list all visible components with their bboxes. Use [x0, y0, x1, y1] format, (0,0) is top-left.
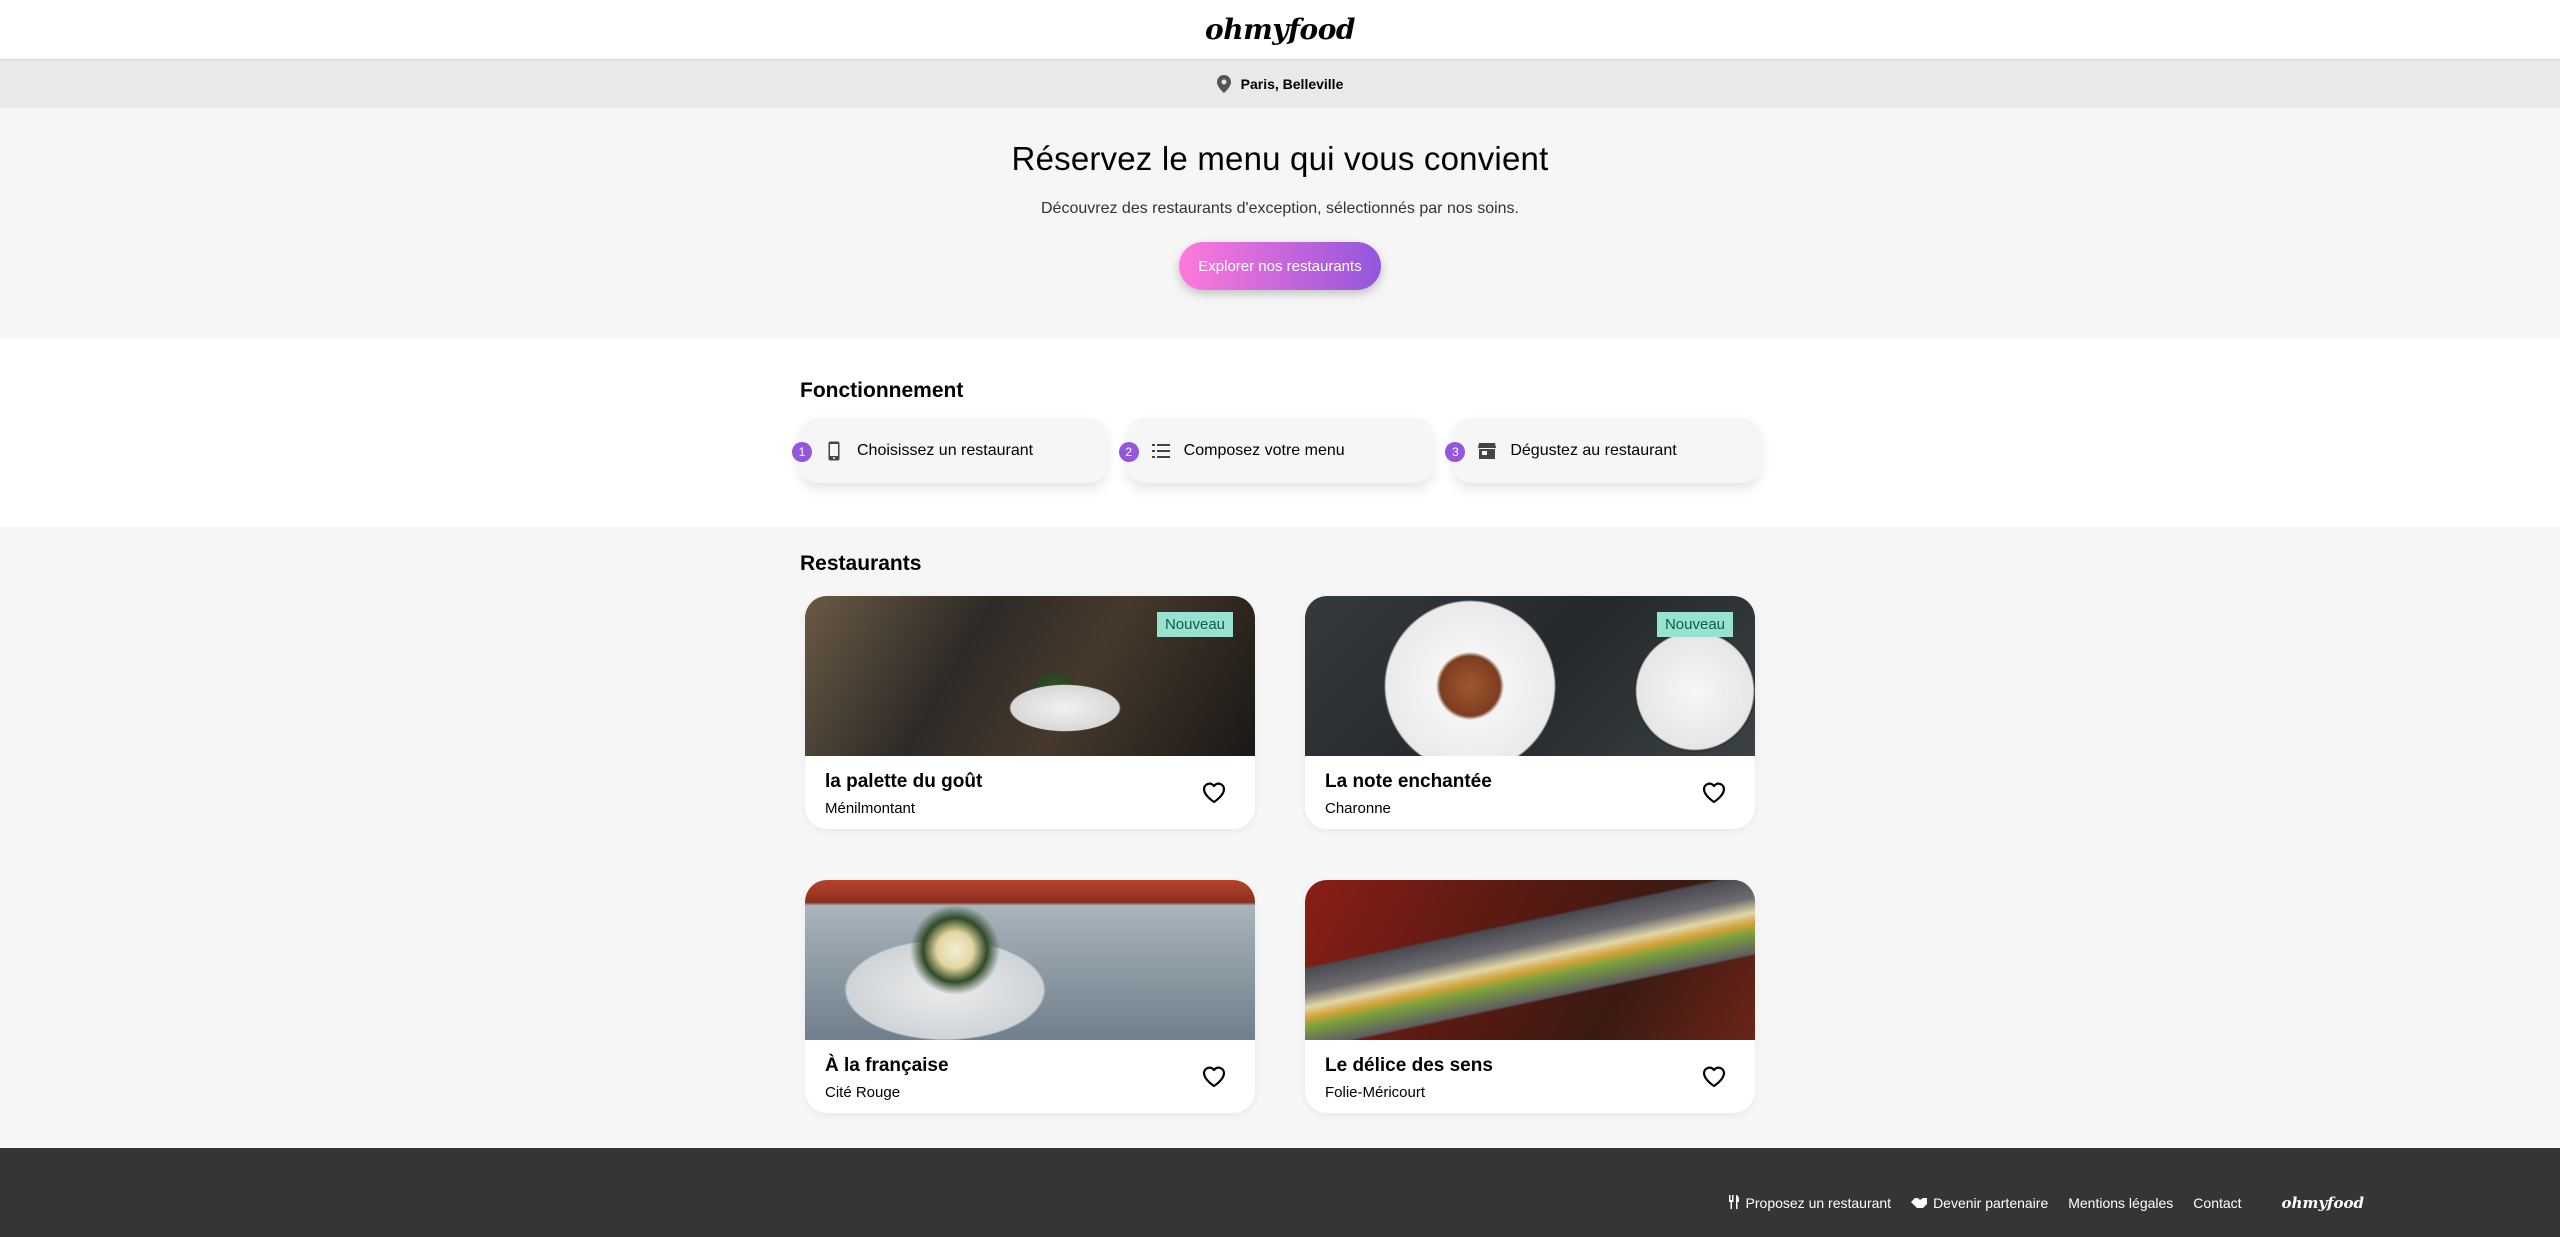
restaurant-photo — [805, 880, 1255, 1040]
new-badge: Nouveau — [1656, 612, 1733, 637]
site-footer: Proposez un restaurant Devenir partenair… — [0, 1148, 2560, 1237]
location-bar: Paris, Belleville — [0, 60, 2560, 108]
logo[interactable]: ohmyfood — [1205, 13, 1355, 46]
heart-icon[interactable] — [1201, 780, 1227, 804]
restaurant-name: À la française — [825, 1055, 949, 1076]
location-text: Paris, Belleville — [1240, 76, 1344, 92]
footer-link-label: Proposez un restaurant — [1745, 1195, 1892, 1211]
site-header: ohmyfood — [0, 0, 2560, 60]
utensils-icon — [1728, 1194, 1740, 1212]
step-number: 2 — [1118, 442, 1139, 462]
how-it-works-title: Fonctionnement — [800, 379, 964, 402]
step-card: 1 Choisissez un restaurant — [792, 418, 1107, 483]
restaurant-name: Le délice des sens — [1325, 1055, 1493, 1076]
restaurant-name: la palette du goût — [825, 771, 983, 792]
handshake-icon — [1911, 1195, 1928, 1211]
restaurant-photo: Nouveau — [1305, 596, 1755, 756]
restaurant-area: Ménilmontant — [825, 800, 916, 817]
restaurant-area: Cité Rouge — [825, 1084, 901, 1101]
footer-link-label: Devenir partenaire — [1933, 1195, 2049, 1211]
footer-link-label: Contact — [2193, 1195, 2242, 1211]
heart-icon[interactable] — [1701, 780, 1727, 804]
restaurants-section: Restaurants Nouveau la palette du goût M… — [0, 527, 2560, 1148]
footer-link-contact[interactable]: Contact — [2193, 1195, 2241, 1211]
footer-nav: Proposez un restaurant Devenir partenair… — [1728, 1194, 2364, 1212]
footer-link-legal[interactable]: Mentions légales — [2068, 1195, 2173, 1211]
step-label: Dégustez au restaurant — [1510, 441, 1677, 459]
step-number: 1 — [792, 442, 812, 462]
hero-subtitle: Découvrez des restaurants d'exception, s… — [1041, 200, 1519, 217]
footer-link-label: Mentions légales — [2068, 1195, 2174, 1211]
how-it-works-section: Fonctionnement 1 Choisissez un restauran… — [0, 339, 2560, 527]
restaurant-photo: Nouveau — [805, 596, 1255, 756]
footer-link-become-partner[interactable]: Devenir partenaire — [1911, 1195, 2048, 1211]
mobile-phone-icon — [825, 441, 843, 461]
restaurant-card[interactable]: À la française Cité Rouge — [805, 880, 1255, 1113]
hero-title: Réservez le menu qui vous convient — [1011, 140, 1549, 177]
step-label: Composez votre menu — [1183, 441, 1345, 459]
step-card: 3 Dégustez au restaurant — [1445, 418, 1761, 483]
restaurant-card[interactable]: Nouveau La note enchantée Charonne — [1305, 596, 1755, 829]
restaurant-area: Charonne — [1325, 800, 1391, 817]
heart-icon[interactable] — [1201, 1064, 1227, 1088]
step-number: 3 — [1445, 442, 1466, 462]
explore-restaurants-button[interactable]: Explorer nos restaurants — [1179, 242, 1381, 290]
footer-link-propose-restaurant[interactable]: Proposez un restaurant — [1728, 1194, 1892, 1212]
store-icon — [1478, 441, 1497, 461]
footer-logo[interactable]: ohmyfood — [2282, 1194, 2364, 1212]
restaurants-title: Restaurants — [800, 552, 922, 575]
restaurant-name: La note enchantée — [1325, 771, 1492, 792]
list-icon — [1151, 441, 1170, 461]
step-label: Choisissez un restaurant — [857, 441, 1034, 459]
hero-section: Réservez le menu qui vous convient Décou… — [0, 108, 2560, 339]
heart-icon[interactable] — [1701, 1064, 1727, 1088]
restaurant-card[interactable]: Nouveau la palette du goût Ménilmontant — [805, 596, 1255, 829]
map-pin-icon — [1216, 75, 1231, 93]
restaurant-card[interactable]: Le délice des sens Folie-Méricourt — [1305, 880, 1755, 1113]
restaurant-photo — [1305, 880, 1755, 1040]
new-badge: Nouveau — [1156, 612, 1233, 637]
step-card: 2 Composez votre menu — [1118, 418, 1434, 483]
restaurant-area: Folie-Méricourt — [1325, 1084, 1426, 1101]
steps-list: 1 Choisissez un restaurant 2 Composez vo… — [792, 418, 1761, 483]
